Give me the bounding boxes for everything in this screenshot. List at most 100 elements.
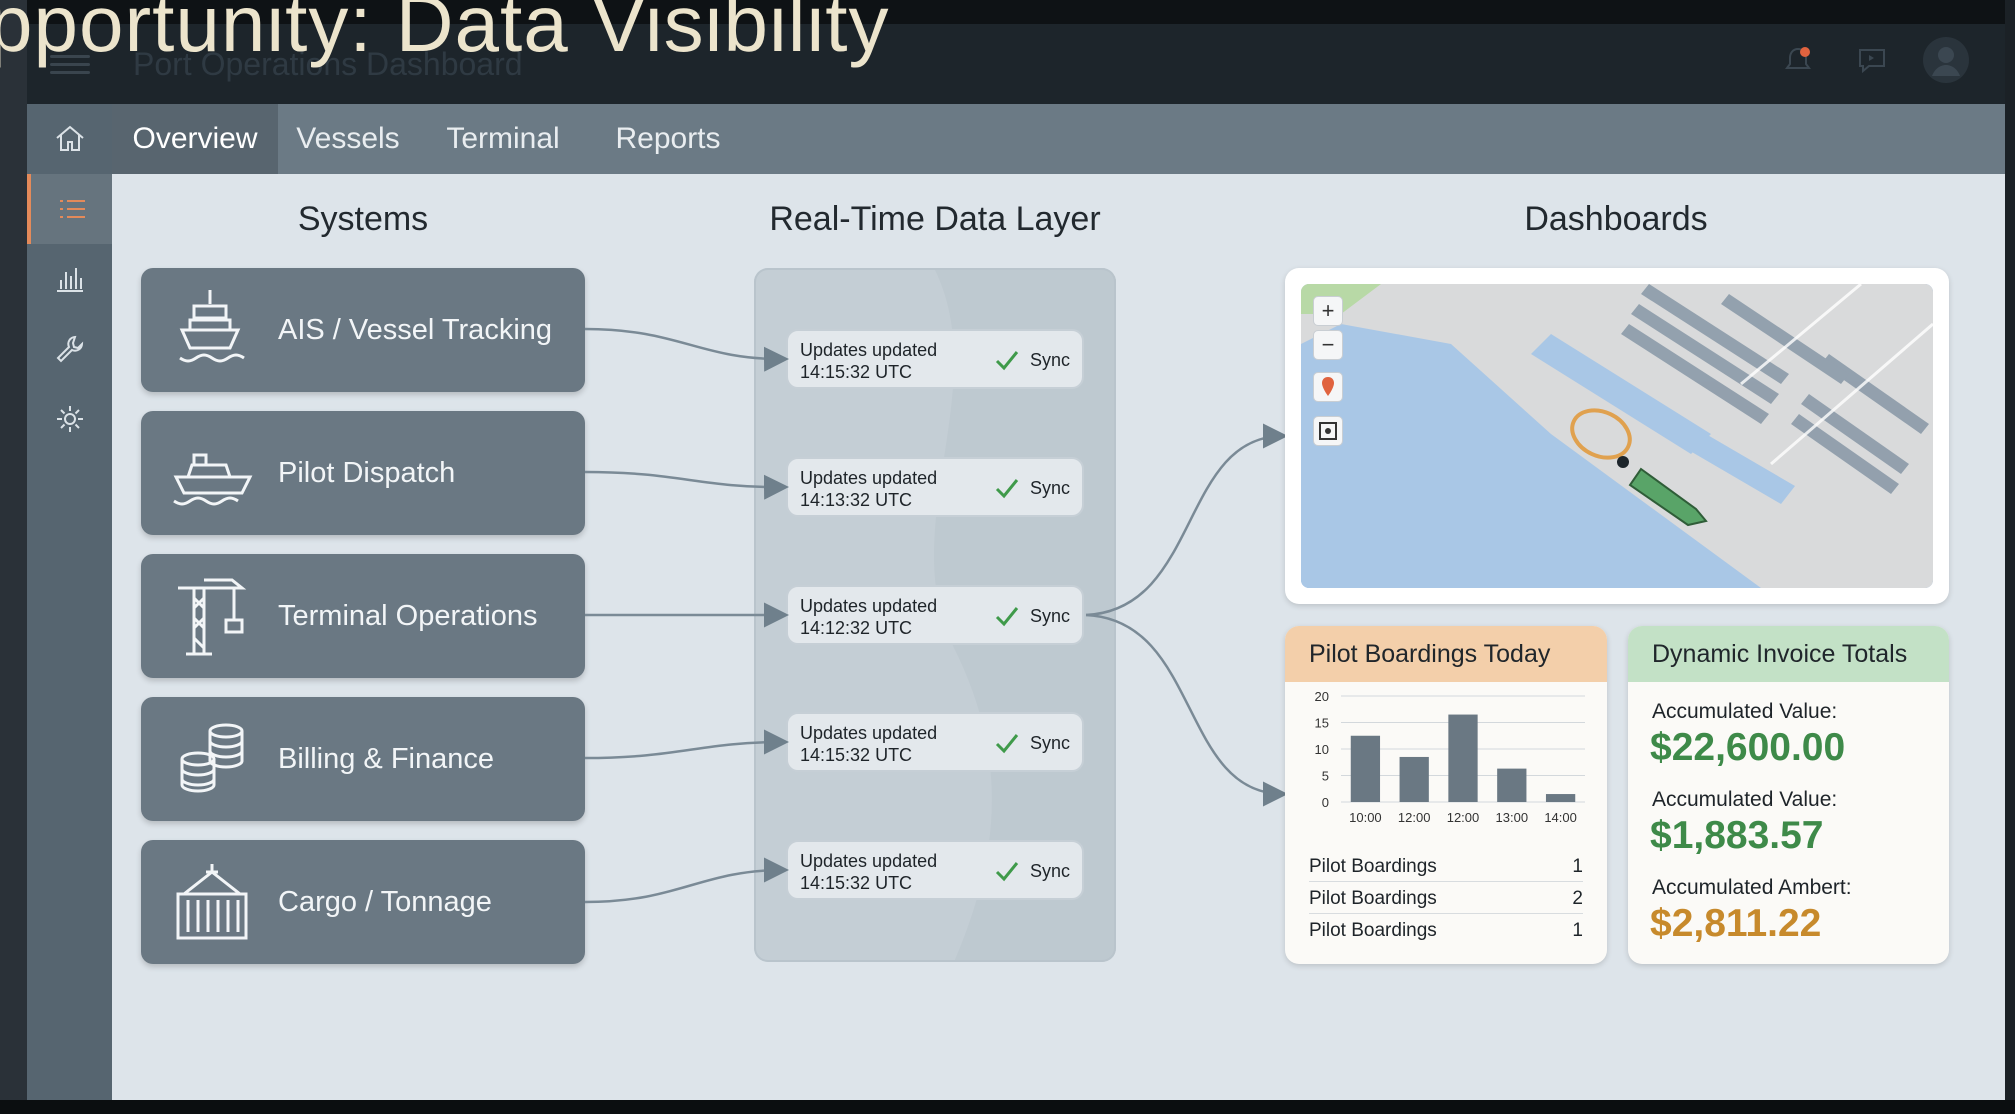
pilot-boardings-chart: 0 5 10 15 20 10:00 12:00 12:00 13:00 14:00 [1315, 689, 1585, 825]
tab-overview[interactable]: Overview [112, 104, 278, 174]
window-frame-right [2005, 0, 2015, 1114]
map-zoom-in-button[interactable]: + [1313, 296, 1343, 326]
wrench-icon [56, 335, 83, 363]
sidebar-item-settings[interactable] [27, 384, 112, 454]
checkmark-icon [995, 862, 1019, 882]
checkmark-icon [995, 607, 1019, 627]
list-item: Pilot Boardings 1 [1309, 914, 1583, 946]
pilot-panel-header: Pilot Boardings Today [1285, 626, 1607, 682]
systems-heading: Systems [297, 200, 429, 238]
tab-vessels[interactable]: Vessels [278, 104, 418, 174]
checkmark-icon [995, 351, 1019, 371]
row-value: 2 [1572, 888, 1583, 909]
list-item: Pilot Boardings 2 [1309, 882, 1583, 914]
map-zoom-out-button[interactable]: − [1313, 330, 1343, 360]
sync-updated-label: Updates updated [800, 340, 938, 360]
sync-timestamp: 14:13:32 UTC [800, 490, 913, 510]
sync-status-item: Updates updated 14:13:32 UTC Sync [786, 457, 1084, 517]
y-tick-label: 0 [1322, 795, 1329, 810]
tab-terminal[interactable]: Terminal [418, 104, 588, 174]
system-label: AIS / Vessel Tracking [278, 313, 553, 346]
boat-icon [173, 453, 253, 506]
chat-icon[interactable] [1852, 40, 1892, 80]
system-card-pilot-dispatch[interactable]: Pilot Dispatch [141, 411, 585, 535]
invoice-label: Accumulated Value: [1652, 788, 1838, 811]
sync-timestamp: 14:15:32 UTC [800, 873, 913, 893]
row-value: 1 [1572, 920, 1583, 941]
chart-bar [1350, 735, 1381, 802]
y-tick-label: 15 [1315, 716, 1329, 731]
sync-status-item: Updates updated 14:15:32 UTC Sync [786, 712, 1084, 772]
invoice-value: $2,811.22 [1650, 902, 1822, 945]
sync-updated-label: Updates updated [800, 723, 938, 743]
system-label: Terminal Operations [278, 599, 538, 632]
container-icon [176, 864, 248, 940]
sidebar-item-tools[interactable] [27, 314, 112, 384]
tab-reports[interactable]: Reports [588, 104, 748, 174]
sync-timestamp: 14:15:32 UTC [800, 745, 913, 765]
sync-status-label: Sync [1030, 478, 1071, 498]
row-label: Pilot Boardings [1309, 920, 1437, 941]
invoice-value: $22,600.00 [1650, 726, 1846, 769]
x-tick-label: 12:00 [1398, 810, 1431, 825]
sidebar-item-list[interactable] [27, 174, 112, 244]
x-tick-label: 13:00 [1496, 810, 1529, 825]
system-card-cargo[interactable]: Cargo / Tonnage [141, 840, 585, 964]
sync-timestamp: 14:15:32 UTC [800, 362, 913, 382]
invoice-value: $1,883.57 [1650, 814, 1824, 857]
row-label: Pilot Boardings [1309, 888, 1437, 909]
system-card-terminal[interactable]: Terminal Operations [141, 554, 585, 678]
system-label: Billing & Finance [278, 742, 494, 775]
bell-icon[interactable] [1778, 40, 1818, 80]
y-tick-label: 5 [1322, 769, 1329, 784]
crane-icon [178, 578, 247, 656]
invoice-totals-panel: Dynamic Invoice Totals Accumulated Value… [1628, 626, 1949, 964]
x-tick-label: 12:00 [1447, 810, 1480, 825]
recenter-icon[interactable] [1313, 416, 1343, 446]
slide-title-overlay: pportunity: Data Visibility [0, 0, 890, 68]
invoice-label: Accumulated Ambert: [1652, 876, 1852, 899]
chart-bar [1448, 714, 1478, 802]
sync-status-item: Updates updated 14:12:32 UTC Sync [786, 585, 1084, 645]
port-map[interactable]: + − [1301, 284, 1933, 588]
tab-bar: Overview Vessels Terminal Reports [112, 104, 2005, 174]
x-tick-label: 14:00 [1544, 810, 1577, 825]
bar-chart-icon [56, 268, 83, 292]
chart-bar [1399, 756, 1429, 802]
sidebar-item-home[interactable] [27, 104, 112, 174]
y-tick-label: 20 [1315, 689, 1329, 704]
sync-updated-label: Updates updated [800, 851, 938, 871]
window-frame-bottom [0, 1100, 2015, 1114]
invoice-panel-header: Dynamic Invoice Totals [1628, 626, 1949, 682]
list-icon [59, 200, 85, 218]
chart-bar [1497, 768, 1527, 802]
sidebar [27, 104, 112, 1100]
system-card-billing[interactable]: Billing & Finance [141, 697, 585, 821]
invoice-label: Accumulated Value: [1652, 700, 1838, 723]
sync-status-item: Updates updated 14:15:32 UTC Sync [786, 840, 1084, 900]
system-label: Cargo / Tonnage [278, 885, 492, 918]
sync-timestamp: 14:12:32 UTC [800, 618, 913, 638]
list-item: Pilot Boardings 1 [1309, 850, 1583, 882]
sync-status-label: Sync [1030, 733, 1071, 753]
row-value: 1 [1572, 856, 1583, 877]
avatar-icon[interactable] [1922, 36, 1970, 84]
sync-updated-label: Updates updated [800, 596, 938, 616]
home-icon [55, 125, 84, 151]
system-card-ais[interactable]: AIS / Vessel Tracking [141, 268, 585, 392]
coins-icon [180, 723, 244, 793]
checkmark-icon [995, 734, 1019, 754]
sync-status-label: Sync [1030, 350, 1071, 370]
sync-updated-label: Updates updated [800, 468, 938, 488]
x-tick-label: 10:00 [1349, 810, 1382, 825]
row-label: Pilot Boardings [1309, 856, 1437, 877]
y-tick-label: 10 [1315, 742, 1329, 757]
gear-icon [56, 406, 83, 432]
sync-status-label: Sync [1030, 861, 1071, 881]
sidebar-item-reports[interactable] [27, 244, 112, 314]
checkmark-icon [995, 479, 1019, 499]
data-layer-heading: Real-Time Data Layer [769, 200, 1101, 238]
window-frame-left [0, 0, 27, 1114]
location-pin-icon[interactable] [1313, 372, 1343, 402]
sync-status-label: Sync [1030, 606, 1071, 626]
